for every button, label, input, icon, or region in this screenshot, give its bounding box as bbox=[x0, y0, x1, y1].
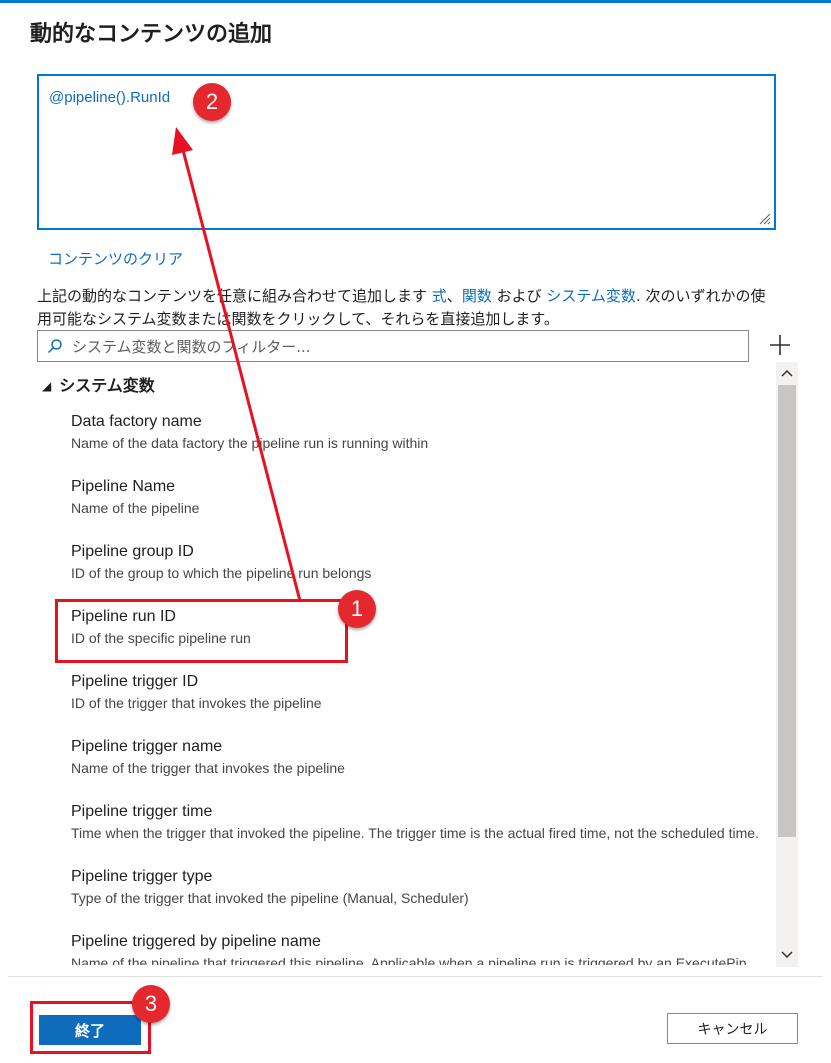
resize-grip-icon[interactable] bbox=[757, 211, 771, 225]
list-item-pipeline-triggered-by-pipeline-name[interactable]: Pipeline triggered by pipeline name Name… bbox=[71, 933, 766, 965]
expressions-link[interactable]: 式 bbox=[432, 287, 447, 305]
variable-list: Data factory name Name of the data facto… bbox=[0, 400, 770, 965]
item-name: Pipeline Name bbox=[71, 478, 176, 495]
step-badge-3: 3 bbox=[132, 985, 170, 1023]
expression-text[interactable]: @pipeline().RunId bbox=[49, 89, 170, 106]
item-desc: Name of the pipeline bbox=[71, 500, 200, 516]
item-desc: Name of the pipeline that triggered this… bbox=[71, 955, 761, 965]
item-name: Pipeline triggered by pipeline name bbox=[71, 933, 321, 950]
list-item-pipeline-trigger-name[interactable]: Pipeline trigger name Name of the trigge… bbox=[71, 738, 766, 776]
plus-icon[interactable] bbox=[767, 332, 793, 358]
item-name: Pipeline trigger time bbox=[71, 803, 213, 820]
functions-link[interactable]: 関数 bbox=[462, 287, 492, 305]
cancel-button[interactable]: キャンセル bbox=[667, 1013, 798, 1044]
system-variables-link[interactable]: システム変数 bbox=[546, 287, 636, 305]
footer-divider bbox=[8, 976, 823, 977]
chevron-down-icon[interactable] bbox=[778, 945, 796, 963]
clear-content-link[interactable]: コンテンツのクリア bbox=[48, 248, 183, 269]
item-name: Pipeline trigger ID bbox=[71, 673, 199, 690]
item-name: Pipeline trigger name bbox=[71, 738, 223, 755]
highlight-pipeline-run-id bbox=[55, 599, 348, 663]
item-desc: Type of the trigger that invoked the pip… bbox=[71, 890, 469, 906]
collapse-triangle-icon: ◢ bbox=[42, 379, 52, 393]
list-item-pipeline-group-id[interactable]: Pipeline group ID ID of the group to whi… bbox=[71, 543, 766, 581]
chevron-up-icon[interactable] bbox=[778, 365, 796, 383]
scrollbar-thumb[interactable] bbox=[778, 385, 796, 837]
step-badge-2: 2 bbox=[193, 83, 231, 121]
step-badge-1: 1 bbox=[338, 590, 376, 628]
list-item-pipeline-trigger-time[interactable]: Pipeline trigger time Time when the trig… bbox=[71, 803, 766, 841]
list-item-pipeline-name[interactable]: Pipeline Name Name of the pipeline bbox=[71, 478, 766, 516]
list-item-pipeline-trigger-type[interactable]: Pipeline trigger type Type of the trigge… bbox=[71, 868, 766, 906]
filter-input[interactable] bbox=[70, 335, 734, 359]
item-name: Pipeline trigger type bbox=[71, 868, 213, 885]
item-desc: Name of the data factory the pipeline ru… bbox=[71, 435, 429, 451]
expression-editor[interactable]: @pipeline().RunId bbox=[37, 74, 776, 230]
dialog-title: 動的なコンテンツの追加 bbox=[30, 22, 273, 47]
search-icon bbox=[47, 339, 62, 354]
description-sep: 、 bbox=[446, 287, 462, 305]
item-desc: Time when the trigger that invoked the p… bbox=[71, 825, 759, 841]
description-mid: および bbox=[491, 287, 547, 305]
description-prefix: 上記の動的なコンテンツを任意に組み合わせて追加します bbox=[37, 287, 432, 305]
item-name: Pipeline group ID bbox=[71, 543, 194, 560]
list-item-pipeline-trigger-id[interactable]: Pipeline trigger ID ID of the trigger th… bbox=[71, 673, 766, 711]
system-variables-group-header[interactable]: ◢ システム変数 bbox=[42, 372, 155, 396]
group-label: システム変数 bbox=[59, 376, 155, 395]
list-item-data-factory-name[interactable]: Data factory name Name of the data facto… bbox=[71, 413, 766, 451]
filter-box[interactable] bbox=[37, 330, 749, 362]
item-desc: ID of the group to which the pipeline ru… bbox=[71, 565, 372, 581]
item-desc: ID of the trigger that invokes the pipel… bbox=[71, 695, 322, 711]
item-name: Data factory name bbox=[71, 413, 202, 430]
item-desc: Name of the trigger that invokes the pip… bbox=[71, 760, 345, 776]
description-text: 上記の動的なコンテンツを任意に組み合わせて追加します 式、関数 および システム… bbox=[37, 285, 777, 331]
top-accent-bar bbox=[0, 0, 831, 3]
